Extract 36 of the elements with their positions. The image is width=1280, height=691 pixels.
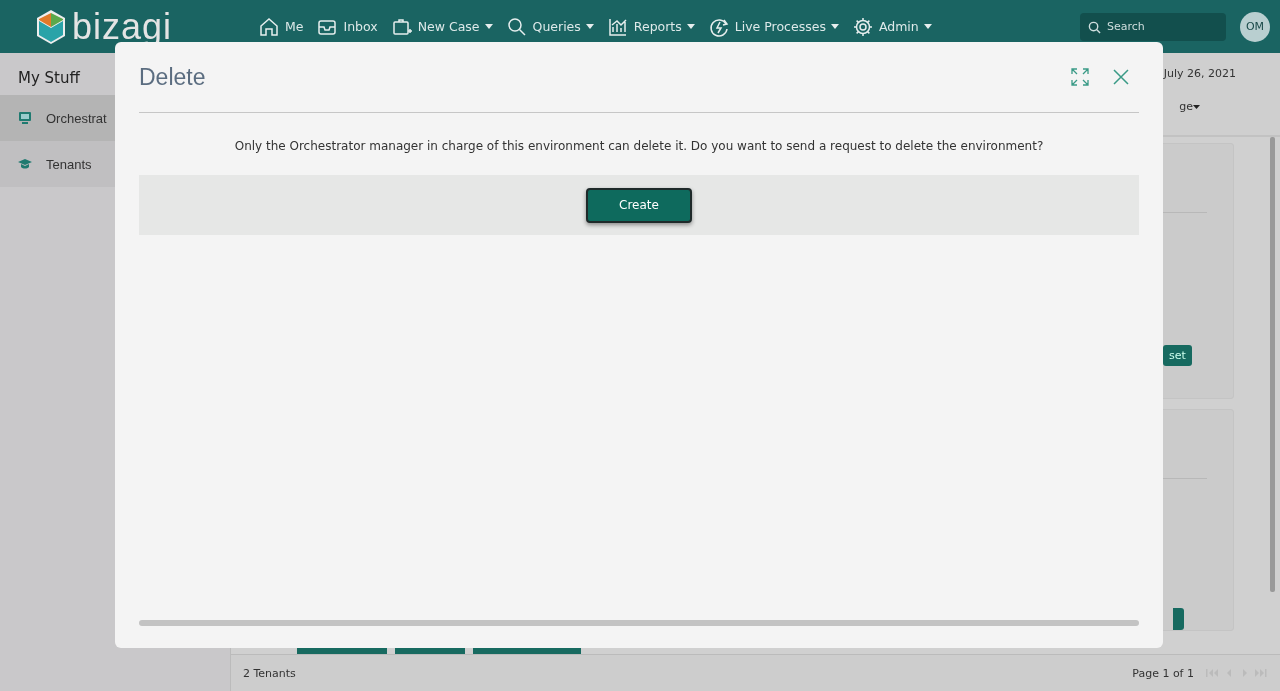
nav-link[interactable]: Reports <box>606 15 695 38</box>
settings-icon <box>851 15 874 38</box>
caret-icon <box>1193 104 1200 109</box>
reset-button[interactable]: set <box>1163 345 1192 366</box>
scrollbar[interactable] <box>1270 137 1275 592</box>
nav-link[interactable]: Queries <box>505 15 594 38</box>
user-avatar[interactable]: OM <box>1240 11 1270 42</box>
search-icon <box>1088 20 1101 34</box>
nav-link[interactable]: Inbox <box>316 15 378 38</box>
sidebar-title: My Stuff <box>18 69 80 87</box>
search-field[interactable]: Search <box>1080 12 1226 41</box>
nav-link[interactable]: Live Processes <box>707 15 839 38</box>
scrollbar[interactable] <box>139 620 1139 626</box>
close-icon[interactable] <box>1113 69 1129 85</box>
expand-icon[interactable] <box>1071 68 1089 86</box>
dialog-title: Delete <box>139 63 207 91</box>
nav-link[interactable]: Me <box>258 15 304 38</box>
caret-icon <box>585 24 594 29</box>
dialog-message: Only the Orchestrator manager in charge of this environment can delete it. Do you want to send a request to delete the environment? <box>233 139 1045 153</box>
search-icon <box>505 15 528 38</box>
logo-text[interactable]: bizagi <box>72 9 173 44</box>
nav-link[interactable]: Admin <box>851 15 932 38</box>
logo-icon <box>34 7 68 46</box>
monitor-icon <box>18 111 32 125</box>
date-text: July 26, 2021 <box>1163 67 1236 80</box>
caret-icon <box>686 24 695 29</box>
nav-link[interactable]: New Case <box>390 15 493 38</box>
caret-icon <box>923 24 932 29</box>
create-button[interactable]: Create <box>586 187 692 223</box>
caret-icon <box>830 24 839 29</box>
menu-link[interactable]: ge <box>1179 100 1200 113</box>
caret-icon <box>484 24 493 29</box>
home-icon <box>258 15 280 38</box>
page-indicator: Page 1 of 1 <box>1132 666 1194 680</box>
graduation-cap-icon <box>18 158 32 170</box>
record-count: 2 Tenants <box>243 666 296 680</box>
